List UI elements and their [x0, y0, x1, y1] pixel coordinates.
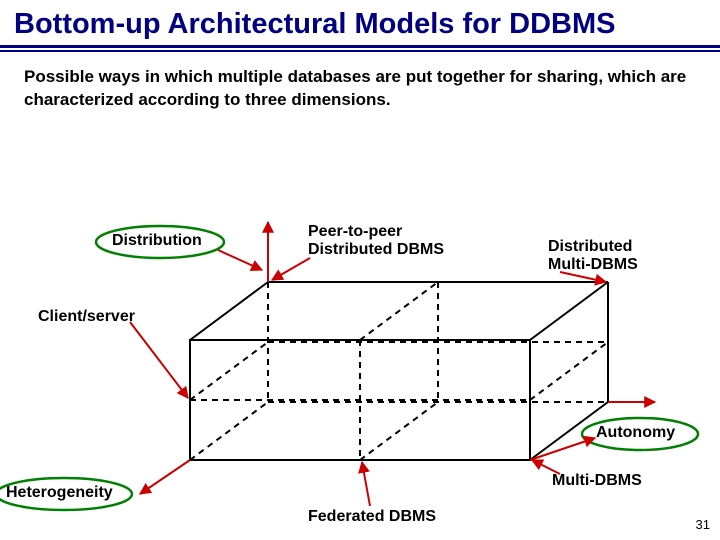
- peer-to-peer-line2: Distributed DBMS: [308, 241, 444, 258]
- axis-heterogeneity-label: Heterogeneity: [6, 484, 113, 502]
- slide-subtitle: Possible ways in which multiple database…: [0, 52, 720, 122]
- peer-to-peer-line1: Peer-to-peer: [308, 223, 402, 240]
- federated-dbms-label: Federated DBMS: [308, 508, 436, 526]
- axis-autonomy-label: Autonomy: [596, 424, 675, 442]
- axis-distribution-label: Distribution: [112, 232, 202, 250]
- client-server-label: Client/server: [38, 308, 135, 326]
- multi-dbms-label: Multi-DBMS: [552, 472, 642, 490]
- distributed-multi-line2: Multi-DBMS: [548, 256, 638, 273]
- distributed-multi-line1: Distributed: [548, 238, 632, 255]
- page-number: 31: [696, 517, 710, 532]
- peer-to-peer-label: Peer-to-peer Distributed DBMS: [308, 223, 444, 260]
- distributed-multi-label: Distributed Multi-DBMS: [548, 238, 638, 275]
- title-underline-thick: [0, 45, 720, 48]
- slide-title: Bottom-up Architectural Models for DDBMS: [0, 0, 720, 45]
